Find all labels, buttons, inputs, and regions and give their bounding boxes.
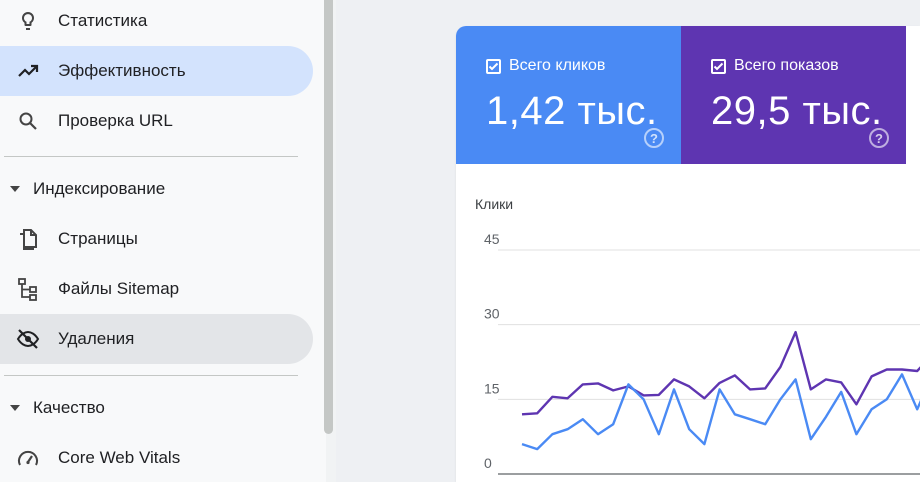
- sidebar-item-url-inspection[interactable]: Проверка URL: [0, 96, 313, 146]
- y-tick-label: 15: [484, 380, 500, 396]
- sidebar-item-label: Удаления: [58, 329, 135, 348]
- check-icon: [488, 62, 499, 71]
- help-icon[interactable]: ?: [869, 128, 889, 148]
- sidebar-item-core-web-vitals[interactable]: Core Web Vitals: [0, 433, 313, 482]
- speedometer-icon: [16, 446, 40, 470]
- eye-off-icon: [16, 327, 40, 351]
- checkbox-impressions[interactable]: [711, 59, 726, 74]
- sidebar-item-label: Проверка URL: [58, 111, 173, 130]
- sidebar-item-removals[interactable]: Удаления: [0, 314, 313, 364]
- divider: [4, 156, 298, 157]
- sidebar-item-label: Статистика: [58, 11, 148, 30]
- metric-gap: [906, 26, 920, 164]
- lightbulb-icon: [16, 9, 40, 33]
- search-icon: [16, 109, 40, 133]
- sidebar: Статистика Эффективность Проверка URL Ин…: [0, 0, 326, 482]
- metric-label: Всего показов: [734, 57, 839, 74]
- sidebar-item-stats[interactable]: Статистика: [0, 0, 313, 46]
- check-icon: [713, 62, 724, 71]
- y-tick-label: 30: [484, 306, 500, 322]
- chart-svg: 45 30 15 0: [484, 231, 920, 475]
- y-tick-label: 0: [484, 455, 492, 471]
- section-label: Качество: [33, 398, 105, 417]
- metric-clicks[interactable]: Всего кликов 1,42 тыс. ?: [456, 26, 681, 164]
- series-line-1: [521, 373, 920, 451]
- section-quality[interactable]: Качество: [0, 390, 313, 426]
- series-line-0: [521, 330, 920, 416]
- caret-down-icon: [10, 405, 20, 411]
- sidebar-scrollbar[interactable]: [324, 0, 333, 434]
- sidebar-item-performance[interactable]: Эффективность: [0, 46, 313, 96]
- sidebar-item-pages[interactable]: Страницы: [0, 214, 313, 264]
- sidebar-item-label: Эффективность: [58, 61, 186, 80]
- y-axis-title: Клики: [475, 196, 514, 212]
- pages-icon: [16, 227, 40, 251]
- sidebar-item-label: Core Web Vitals: [58, 448, 181, 467]
- trending-up-icon: [16, 59, 40, 83]
- section-label: Индексирование: [33, 179, 166, 198]
- sidebar-item-label: Страницы: [58, 229, 138, 248]
- sidebar-item-sitemaps[interactable]: Файлы Sitemap: [0, 264, 313, 314]
- y-tick-label: 45: [484, 231, 500, 247]
- checkbox-clicks[interactable]: [486, 59, 501, 74]
- caret-down-icon: [10, 186, 20, 192]
- metric-impressions[interactable]: Всего показов 29,5 тыс. ?: [681, 26, 906, 164]
- metric-value: 29,5 тыс.: [711, 89, 883, 133]
- performance-card: Всего кликов 1,42 тыс. ? Всего показов 2…: [456, 26, 920, 482]
- divider: [4, 375, 298, 376]
- sidebar-item-label: Файлы Sitemap: [58, 279, 180, 298]
- metric-value: 1,42 тыс.: [486, 89, 658, 133]
- section-indexing[interactable]: Индексирование: [0, 171, 313, 207]
- sitemap-icon: [16, 277, 40, 301]
- help-icon[interactable]: ?: [644, 128, 664, 148]
- performance-chart: Клики 45 30 15 0: [456, 176, 920, 482]
- metric-label: Всего кликов: [509, 57, 606, 74]
